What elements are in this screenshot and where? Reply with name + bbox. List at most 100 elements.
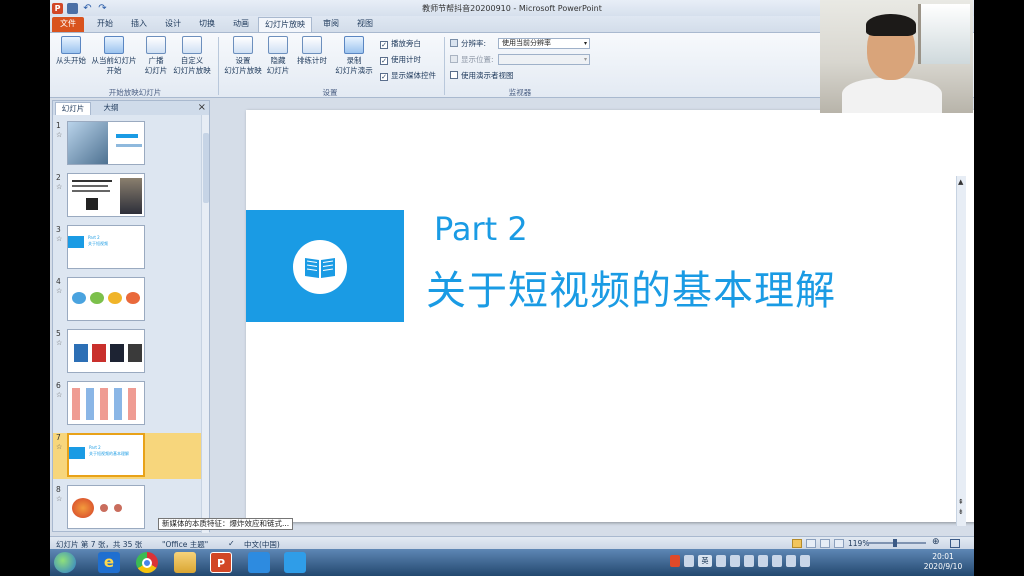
slide-canvas[interactable]: Part 2 关于短视频的基本理解 [246,110,974,522]
slide-heading[interactable]: 关于短视频的基本理解 [426,258,836,316]
spell-check-icon[interactable]: ✓ [228,539,235,548]
group-separator [444,37,445,95]
text-line [72,185,108,187]
fit-to-window-icon[interactable] [950,539,960,548]
input-method-icon[interactable] [684,555,694,567]
show-on-text: 显示位置: [461,55,494,64]
record-slide-show-button[interactable]: 录制 幻灯片演示 [332,36,376,76]
slide-thumbnail-5[interactable]: 5 ☆ [53,329,201,375]
scrollbar-thumb[interactable] [203,133,209,203]
slides-pane-scrollbar[interactable] [201,115,209,533]
hide-slide-button[interactable]: 隐藏 幻灯片 [264,36,292,76]
use-timings-checkbox[interactable]: 使用计时 [380,55,421,65]
show-media-controls-label: 显示媒体控件 [391,71,436,80]
tab-animations[interactable]: 动画 [226,17,256,32]
chevron-down-icon: ▾ [583,56,587,63]
slide-thumbnail-2[interactable]: 2 ☆ [53,173,201,219]
system-tray: 英 [670,555,810,569]
group-separator [218,37,219,95]
tab-view[interactable]: 视图 [350,17,380,32]
powerpoint-taskbar-icon[interactable]: P [210,552,232,573]
tab-home[interactable]: 开始 [90,17,120,32]
slide-thumbnail-1[interactable]: 1 ☆ [53,121,201,167]
from-beginning-button[interactable]: 从头开始 [54,36,88,66]
resolution-value: 使用当前分辨率 [502,39,551,47]
reading-view-icon[interactable] [820,539,830,548]
slide-show-view-icon[interactable] [834,539,844,548]
slide-thumbnail-3[interactable]: 3 ☆ Part 2 关于短视频 [53,225,201,271]
show-media-controls-checkbox[interactable]: 显示媒体控件 [380,71,436,81]
checkbox-checked-icon [380,41,388,49]
set-up-slide-show-button[interactable]: 设置 幻灯片放映 [222,36,264,76]
slide-preview [67,277,145,321]
close-icon[interactable]: × [198,102,206,113]
group-label-start-slideshow: 开始放映幻灯片 [108,88,162,97]
section-color-block [246,210,404,322]
from-current-slide-button[interactable]: 从当前幻灯片 开始 [88,36,140,76]
slides-pane: 幻灯片 大纲 × 1 ☆ 2 ☆ 3 ☆ Part 2 关于短视频 4 ☆ 5 … [52,100,210,533]
record-label-2: 幻灯片演示 [335,66,373,75]
tray-icon[interactable] [730,555,740,567]
tab-transitions[interactable]: 切换 [192,17,222,32]
webcam-person-body [842,78,942,113]
tab-slide-show[interactable]: 幻灯片放映 [258,17,312,32]
volume-icon[interactable] [800,555,810,567]
broadcast-icon [146,36,166,54]
tab-design[interactable]: 设计 [158,17,188,32]
slide-thumbnail-7[interactable]: 7 ☆ Part 2 关于短视频的基本理解 [53,433,201,479]
broadcast-label-2: 幻灯片 [144,66,168,75]
network-icon[interactable] [786,555,796,567]
zoom-slider-handle[interactable] [893,539,897,547]
file-explorer-icon[interactable] [174,552,196,573]
hide-label-1: 隐藏 [270,56,286,65]
title-bar-shape [116,134,138,138]
part-title[interactable]: Part 2 [434,210,528,248]
internet-explorer-icon[interactable]: e [98,552,120,573]
play-from-current-icon [104,36,124,54]
broadcast-slide-show-button[interactable]: 广播 幻灯片 [142,36,170,76]
animation-star-icon: ☆ [56,131,63,139]
zoom-in-icon[interactable]: ⊕ [932,537,940,547]
chrome-icon[interactable] [136,552,158,573]
next-slide-icon[interactable]: ⇟ [958,508,964,516]
chevron-down-icon: ▾ [583,40,587,47]
slide-thumbnail-4[interactable]: 4 ☆ [53,277,201,323]
start-button[interactable] [54,552,76,573]
webcam-background-window [918,4,970,64]
scroll-up-icon[interactable]: ▲ [958,178,963,186]
show-on-dropdown[interactable]: ▾ [498,54,590,65]
tab-file[interactable]: 文件 [52,17,84,32]
play-narrations-checkbox[interactable]: 播放旁白 [380,39,421,49]
slide-sorter-icon[interactable] [806,539,816,548]
presenter-view-checkbox[interactable]: 使用演示者视图 [450,71,514,81]
app-icon[interactable] [284,552,306,573]
app-tray-icon[interactable] [670,555,680,567]
screen: P ↶ ↷ 教师节帮抖音20200910 - Microsoft PowerPo… [0,0,1024,576]
tab-review[interactable]: 审阅 [316,17,346,32]
tray-icon[interactable] [758,555,768,567]
tray-icon[interactable] [716,555,726,567]
circle-shape [90,292,104,304]
resolution-dropdown[interactable]: 使用当前分辨率 ▾ [498,38,590,49]
tab-outline[interactable]: 大纲 [93,102,129,115]
clock[interactable]: 20:01 2020/9/10 [916,552,970,572]
slide-thumbnail-6[interactable]: 6 ☆ [53,381,201,427]
rehearse-timings-button[interactable]: 排练计时 [294,36,330,66]
tray-icon[interactable] [744,555,754,567]
book-icon [293,240,347,294]
app-icon[interactable] [248,552,270,573]
from-current-label-2: 开始 [106,66,122,75]
previous-slide-icon[interactable]: ⇞ [958,498,964,506]
tab-insert[interactable]: 插入 [124,17,154,32]
slide-number: 3 [56,225,61,234]
logo-grid [72,388,142,420]
tray-icon[interactable] [772,555,782,567]
setup-label-2: 幻灯片放映 [224,66,262,75]
slide-preview [67,329,145,373]
tab-slides[interactable]: 幻灯片 [55,102,91,115]
normal-view-icon[interactable] [792,539,802,548]
show-on-label: 显示位置: [450,55,494,65]
custom-slide-show-button[interactable]: 自定义 幻灯片放映 [170,36,214,76]
language-indicator[interactable]: 英 [698,555,712,567]
slide-vertical-scrollbar[interactable]: ▲ ⇞ ⇟ [956,176,966,526]
